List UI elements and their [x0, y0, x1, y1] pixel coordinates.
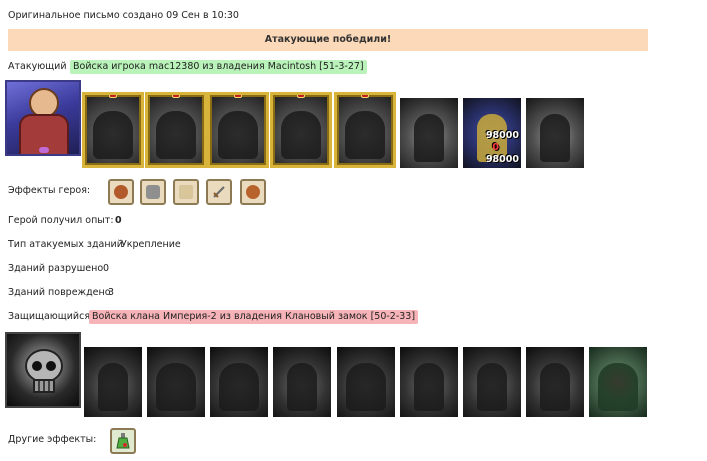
created-date-text: Оригинальное письмо создано 09 Сен в 10:…	[8, 10, 239, 21]
cyclops-icon	[414, 363, 444, 411]
harpy-icon	[346, 363, 386, 411]
attacker-unit-horseman[interactable]	[82, 92, 144, 168]
unit-count-bottom: 98000	[485, 154, 519, 165]
unit-count-top: 98000	[485, 130, 519, 141]
hero-exp-label: Герой получил опыт:	[8, 215, 114, 226]
defender-tag: Войска клана Империя-2 из владения Клано…	[89, 310, 419, 324]
warrior-head-icon[interactable]	[108, 179, 134, 205]
orc-warlord-icon	[219, 363, 259, 411]
shield-icon[interactable]	[240, 179, 266, 205]
gargoyle-icon	[287, 363, 317, 411]
attacker-unit-crossbow-cavalry[interactable]	[145, 92, 207, 168]
buildings-destroyed-label: Зданий разрушено	[8, 263, 104, 274]
hero-effects-label: Эффекты героя:	[8, 185, 91, 196]
buildings-destroyed-value: 0	[103, 263, 110, 274]
ogre-icon	[156, 363, 196, 411]
attacker-unit-reaper[interactable]	[526, 98, 584, 168]
reaper-icon	[540, 114, 570, 162]
monk-icon	[414, 114, 444, 162]
unit-count-mid: 0	[492, 142, 499, 153]
hero-exp-value: 0	[115, 215, 122, 226]
defender-unit-spider-nest[interactable]	[589, 347, 647, 417]
attacker-unit-paladin[interactable]: 98000 0 98000	[463, 98, 521, 168]
bone-dragon-icon	[98, 363, 128, 411]
potion-icon[interactable]	[110, 428, 136, 454]
defender-hero-emblem[interactable]	[5, 332, 81, 408]
defender-unit-orc-warlord[interactable]	[210, 347, 268, 417]
defender-unit-bone-dragon[interactable]	[84, 347, 142, 417]
lich-icon	[540, 363, 570, 411]
building-type-label: Тип атакуемых зданий	[8, 239, 123, 250]
attacker-unit-griffin[interactable]	[270, 92, 332, 168]
archer-icon	[345, 111, 385, 159]
battle-result-banner: Атакующие победили!	[8, 29, 648, 51]
buildings-damaged-label: Зданий повреждено	[8, 287, 111, 298]
defender-unit-lich[interactable]	[526, 347, 584, 417]
scroll-icon[interactable]	[173, 179, 199, 205]
attacker-hero-portrait[interactable]	[5, 80, 81, 156]
armor-icon[interactable]	[140, 179, 166, 205]
spider-nest-icon	[598, 363, 638, 411]
other-effects-label: Другие эффекты:	[8, 434, 97, 445]
attacker-unit-knight[interactable]	[207, 92, 269, 168]
attacker-unit-archer[interactable]	[334, 92, 396, 168]
griffin-icon	[281, 111, 321, 159]
crossbow-cavalry-icon	[156, 111, 196, 159]
horseman-icon	[93, 111, 133, 159]
attacker-label: Атакующий	[8, 61, 67, 72]
defender-unit-gargoyle[interactable]	[273, 347, 331, 417]
attacker-unit-monk[interactable]	[400, 98, 458, 168]
dark-knight-icon	[477, 363, 507, 411]
attacker-tag: Войска игрока mac12380 из владения Macin…	[70, 60, 367, 74]
buildings-damaged-value: 3	[108, 287, 115, 298]
defender-unit-harpy[interactable]	[337, 347, 395, 417]
building-type-value: Укрепление	[121, 239, 181, 250]
defender-unit-dark-knight[interactable]	[463, 347, 521, 417]
sword-icon[interactable]	[206, 179, 232, 205]
skull-emblem-icon	[25, 349, 63, 393]
defender-unit-ogre[interactable]	[147, 347, 205, 417]
knight-icon	[218, 111, 258, 159]
defender-unit-cyclops[interactable]	[400, 347, 458, 417]
defender-label: Защищающийся	[8, 311, 91, 322]
